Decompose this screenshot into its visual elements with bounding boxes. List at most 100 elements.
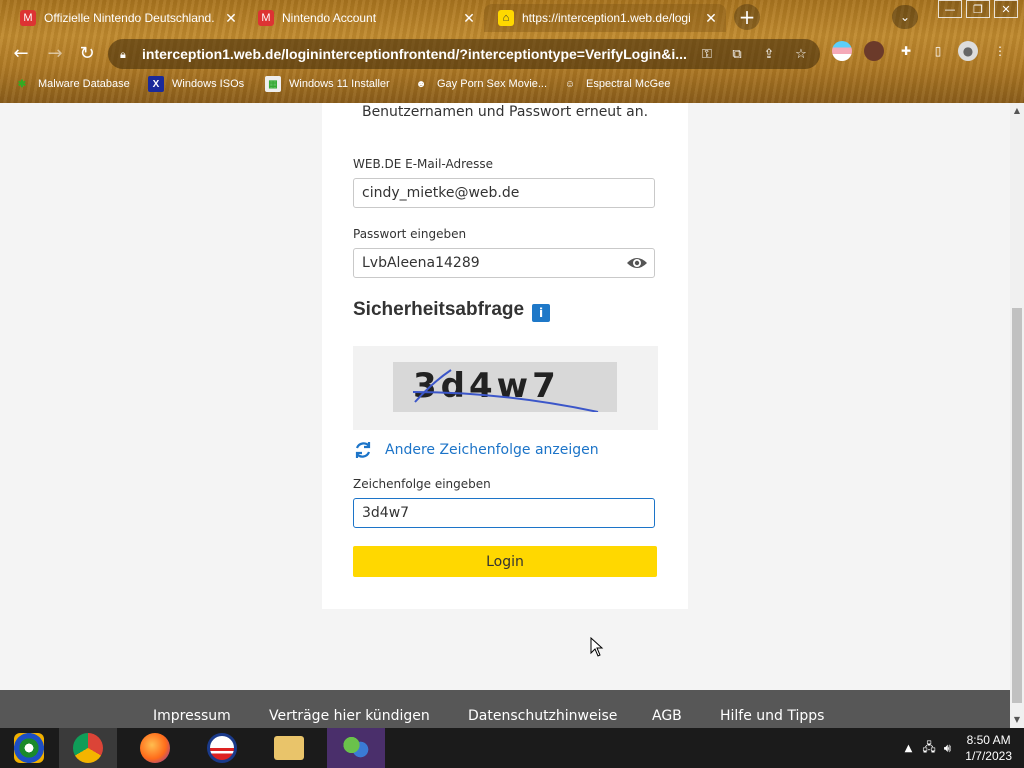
mario-icon: M	[20, 10, 36, 26]
image-icon: ▦	[265, 76, 281, 92]
menu-icon[interactable]: ⋮	[990, 41, 1010, 61]
captcha-text: 3d4w7	[413, 366, 560, 406]
bookmark-malware-database[interactable]: ✱ Malware Database	[14, 74, 130, 94]
bookmark-windows-11-installer[interactable]: ▦ Windows 11 Installer	[265, 74, 390, 94]
window-controls: — ❐ ✕	[938, 0, 1018, 18]
start-orb-icon	[14, 733, 44, 763]
captcha-image: 3d4w7	[393, 362, 617, 413]
minimize-button[interactable]: —	[938, 0, 962, 18]
share-icon[interactable]: ⇪	[760, 45, 778, 63]
restore-button[interactable]: ❐	[966, 0, 990, 18]
star-icon[interactable]: ☆	[792, 45, 810, 63]
folder-icon	[274, 736, 304, 760]
page-content: Benutzernamen und Passwort erneut an. WE…	[0, 103, 1010, 730]
captcha-noise: 3d4w7	[393, 362, 617, 413]
footer-link-hilfe[interactable]: Hilfe und Tipps	[720, 708, 824, 724]
password-label: Passwort eingeben	[353, 227, 467, 241]
eye-icon[interactable]	[626, 255, 648, 271]
footer-link-vertraege[interactable]: Verträge hier kündigen	[269, 708, 430, 724]
page-scrollbar[interactable]: ▲ ▼	[1010, 103, 1024, 728]
scroll-down-icon[interactable]: ▼	[1012, 715, 1022, 725]
tab-title: https://interception1.web.de/logi	[522, 11, 691, 25]
bookmark-windows-isos[interactable]: X Windows ISOs	[148, 74, 244, 94]
refresh-label: Andere Zeichenfolge anzeigen	[385, 442, 599, 458]
taskbar-chrome[interactable]	[59, 728, 117, 768]
chevron-down-icon[interactable]: ⌄	[892, 5, 918, 29]
footer: Impressum Verträge hier kündigen Datensc…	[0, 690, 1010, 730]
mouse-cursor-icon	[590, 637, 604, 657]
mario-icon: M	[258, 10, 274, 26]
volume-icon[interactable]: 🔊︎	[944, 741, 952, 756]
key-icon[interactable]: ⚿	[698, 45, 716, 63]
forward-button[interactable]: →	[42, 40, 68, 66]
url-text: interception1.web.de/logininterceptionfr…	[142, 46, 687, 62]
tab-strip: M Offizielle Nintendo Deutschland... ✕ M…	[0, 0, 1024, 34]
footer-link-impressum[interactable]: Impressum	[153, 708, 231, 724]
email-field[interactable]: cindy_mietke@web.de	[353, 178, 655, 208]
bookmark-espectral-mcgee[interactable]: ☺ Espectral McGee	[562, 74, 670, 94]
network-icon[interactable]: 🖧︎	[922, 738, 935, 759]
obama-logo-icon	[207, 733, 237, 763]
bug-icon: ✱	[17, 78, 27, 90]
x-icon: X	[148, 76, 164, 92]
scrollbar-thumb[interactable]	[1012, 308, 1022, 703]
info-icon[interactable]: i	[532, 304, 550, 322]
refresh-captcha-link[interactable]: Andere Zeichenfolge anzeigen	[353, 440, 599, 460]
intro-text: Benutzernamen und Passwort erneut an.	[361, 104, 649, 120]
taskbar-firefox[interactable]	[126, 728, 184, 768]
close-icon[interactable]: ✕	[222, 10, 240, 27]
clock[interactable]: 8:50 AM 1/7/2023	[965, 732, 1012, 764]
security-heading: Sicherheitsabfrage	[353, 299, 525, 320]
login-button[interactable]: Login	[353, 546, 657, 577]
firefox-icon	[140, 733, 170, 763]
password-field[interactable]: LvbAleena14289	[353, 248, 655, 278]
bookmarks-bar: ✱ Malware Database X Windows ISOs ▦ Wind…	[0, 72, 1024, 96]
bookmark-label: Gay Porn Sex Movie...	[437, 78, 548, 90]
bookmark-gay-porn-sex-movie[interactable]: ☻ Gay Porn Sex Movie...	[413, 74, 547, 94]
bookmark-label: Espectral McGee	[586, 78, 671, 90]
clock-date: 1/7/2023	[965, 749, 1012, 763]
email-label: WEB.DE E-Mail-Adresse	[353, 157, 494, 171]
footer-link-datenschutz[interactable]: Datenschutzhinweise	[468, 708, 617, 724]
scroll-up-icon[interactable]: ▲	[1012, 106, 1022, 116]
close-icon[interactable]: ✕	[460, 10, 478, 27]
code-value: 3d4w7	[362, 505, 410, 521]
back-button[interactable]: ←	[8, 40, 34, 66]
profile-icon[interactable]: ●	[958, 41, 978, 61]
close-icon[interactable]: ✕	[702, 10, 720, 27]
avatar-extension-icon[interactable]	[864, 41, 884, 61]
sidepanel-icon[interactable]: ▯	[928, 41, 948, 61]
tab-nintendo-account[interactable]: M Nintendo Account ✕	[244, 4, 478, 32]
captcha-container: 3d4w7	[353, 346, 658, 430]
password-value: LvbAleena14289	[362, 255, 480, 271]
new-tab-button[interactable]: +	[734, 4, 760, 30]
bank-icon: ⌂	[498, 10, 514, 26]
face-icon: ☺	[564, 78, 576, 90]
taskbar-obama[interactable]	[193, 728, 251, 768]
captcha-code-input[interactable]: 3d4w7	[353, 498, 655, 528]
refresh-icon	[355, 442, 371, 458]
mask-icon: ☻	[415, 78, 427, 90]
bookmark-label: Malware Database	[38, 78, 130, 90]
code-label: Zeichenfolge eingeben	[353, 477, 491, 491]
bookmark-label: Windows 11 Installer	[289, 78, 390, 90]
taskbar-messenger[interactable]	[327, 728, 385, 768]
translate-icon[interactable]: ⧉	[728, 45, 746, 63]
login-card: Benutzernamen und Passwort erneut an. WE…	[322, 103, 688, 609]
start-button[interactable]	[0, 728, 58, 768]
address-bar[interactable]: 🔒︎ interception1.web.de/logininterceptio…	[108, 39, 820, 69]
tab-nintendo-de[interactable]: M Offizielle Nintendo Deutschland... ✕	[6, 4, 240, 32]
footer-link-agb[interactable]: AGB	[652, 708, 682, 724]
flag-extension-icon[interactable]	[832, 41, 852, 61]
clock-time: 8:50 AM	[966, 733, 1011, 747]
bookmark-label: Windows ISOs	[172, 78, 245, 90]
reload-button[interactable]: ↻	[74, 40, 100, 66]
puzzle-icon[interactable]: ✚	[896, 41, 916, 61]
tray-expand-icon[interactable]: ▲	[905, 743, 913, 754]
chrome-icon	[73, 733, 103, 763]
system-tray: ▲ 🖧︎ 🔊︎ 8:50 AM 1/7/2023	[905, 728, 1012, 768]
lock-icon: 🔒︎	[120, 48, 126, 61]
window-close-button[interactable]: ✕	[994, 0, 1018, 18]
taskbar-file-explorer[interactable]	[260, 728, 318, 768]
tab-interception[interactable]: ⌂ https://interception1.web.de/logi ✕	[484, 4, 726, 32]
